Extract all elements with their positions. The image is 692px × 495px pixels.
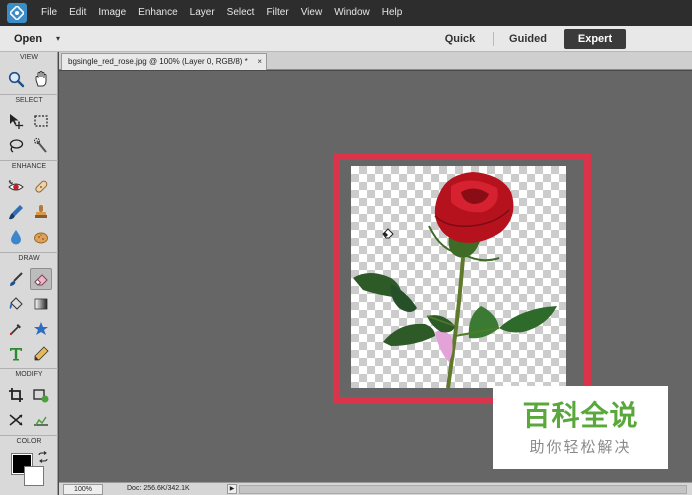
eraser-cursor-icon xyxy=(382,228,394,239)
sponge-tool-icon[interactable] xyxy=(30,226,52,248)
gradient-tool-icon[interactable] xyxy=(30,293,52,315)
mode-quick-tab[interactable]: Quick xyxy=(432,26,488,52)
clone-stamp-icon[interactable] xyxy=(30,201,52,223)
highlight-annotation-frame xyxy=(333,153,591,404)
menu-file[interactable]: File xyxy=(35,0,63,26)
blur-tool-icon[interactable] xyxy=(5,226,27,248)
quick-selection-icon[interactable] xyxy=(30,135,52,157)
watermark-sub-text: 助你轻松解决 xyxy=(529,439,632,456)
photoshop-elements-window: File Edit Image Enhance Layer Select Fil… xyxy=(0,0,692,495)
red-eye-icon[interactable] xyxy=(5,176,27,198)
mode-bar: Open ▾ Quick Guided Expert xyxy=(0,26,692,52)
open-button[interactable]: Open xyxy=(14,26,42,52)
watermark-logo: 百科全说 助你轻松解决 xyxy=(493,386,668,469)
mode-expert-tab[interactable]: Expert xyxy=(564,29,626,49)
brush-tool-icon[interactable] xyxy=(5,268,27,290)
paint-bucket-icon[interactable] xyxy=(5,293,27,315)
mode-divider xyxy=(493,32,494,46)
eyedropper-icon[interactable] xyxy=(5,318,27,340)
zoom-level-field[interactable]: 100% xyxy=(63,484,103,495)
section-modify-label: MODIFY xyxy=(0,368,58,380)
content-aware-move-icon[interactable] xyxy=(5,409,27,431)
menu-edit[interactable]: Edit xyxy=(63,0,92,26)
open-dropdown-caret-icon[interactable]: ▾ xyxy=(56,26,60,52)
zoom-tool-icon[interactable] xyxy=(5,68,27,90)
document-tab-bar: bgsingle_red_rose.jpg @ 100% (Layer 0, R… xyxy=(59,52,692,70)
menu-bar: File Edit Image Enhance Layer Select Fil… xyxy=(0,0,692,26)
status-bar: 100% Doc: 256.6K/342.1K ▶ xyxy=(59,482,692,495)
app-logo-icon[interactable] xyxy=(7,3,27,23)
section-select-label: SELECT xyxy=(0,94,58,106)
horizontal-scrollbar[interactable] xyxy=(239,485,687,494)
status-menu-arrow-icon[interactable]: ▶ xyxy=(227,484,237,494)
menu-select[interactable]: Select xyxy=(221,0,261,26)
eraser-tool-icon[interactable] xyxy=(30,268,52,290)
menu-layer[interactable]: Layer xyxy=(184,0,221,26)
watermark-main-text: 百科全说 xyxy=(522,400,639,431)
type-tool-icon[interactable] xyxy=(5,343,27,365)
menu-image[interactable]: Image xyxy=(92,0,132,26)
background-color-swatch[interactable] xyxy=(24,466,44,486)
menu-enhance[interactable]: Enhance xyxy=(132,0,183,26)
menu-view[interactable]: View xyxy=(295,0,329,26)
smart-brush-icon[interactable] xyxy=(5,201,27,223)
straighten-tool-icon[interactable] xyxy=(30,409,52,431)
section-view-label: VIEW xyxy=(20,54,38,61)
rectangular-marquee-icon[interactable] xyxy=(30,110,52,132)
menu-filter[interactable]: Filter xyxy=(260,0,294,26)
lasso-tool-icon[interactable] xyxy=(5,135,27,157)
move-tool-icon[interactable] xyxy=(5,110,27,132)
custom-shape-icon[interactable] xyxy=(30,318,52,340)
swap-colors-icon[interactable] xyxy=(37,450,49,463)
hand-tool-icon[interactable] xyxy=(30,68,52,90)
close-tab-icon[interactable]: × xyxy=(257,54,262,70)
section-enhance-label: ENHANCE xyxy=(0,160,58,172)
recompose-tool-icon[interactable] xyxy=(30,384,52,406)
menu-help[interactable]: Help xyxy=(376,0,409,26)
pencil-tool-icon[interactable] xyxy=(30,343,52,365)
document-size-info: Doc: 256.6K/342.1K xyxy=(127,485,190,492)
spot-healing-icon[interactable] xyxy=(30,176,52,198)
document-tab-label: bgsingle_red_rose.jpg @ 100% (Layer 0, R… xyxy=(68,57,248,66)
section-color-label: COLOR xyxy=(0,435,58,447)
mode-guided-tab[interactable]: Guided xyxy=(500,26,556,52)
section-draw-label: DRAW xyxy=(0,252,58,264)
document-tab[interactable]: bgsingle_red_rose.jpg @ 100% (Layer 0, R… xyxy=(61,53,267,70)
menu-window[interactable]: Window xyxy=(328,0,376,26)
crop-tool-icon[interactable] xyxy=(5,384,27,406)
tools-panel: VIEW SELECT ENHANCE DRAW MODIFY COLOR xyxy=(0,52,58,495)
